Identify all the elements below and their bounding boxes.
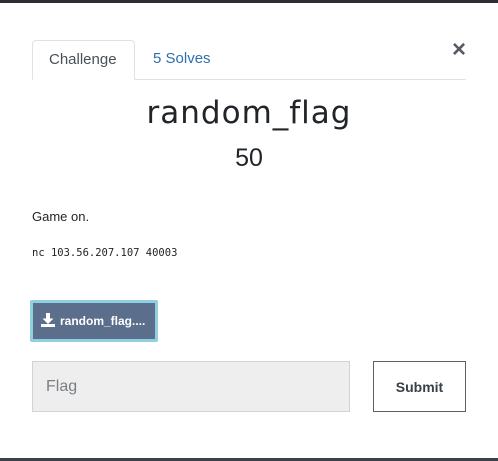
download-icon — [41, 313, 55, 327]
challenge-description: Game on. — [32, 209, 90, 224]
challenge-name: random_flag — [146, 95, 352, 131]
file-name-label: random_flag.... — [60, 314, 146, 328]
download-file-button[interactable]: random_flag.... — [30, 300, 158, 342]
challenge-value: 50 — [235, 144, 263, 172]
tab-solves[interactable]: 5 Solves — [137, 40, 227, 78]
flag-input[interactable] — [32, 361, 350, 412]
challenge-modal: × Challenge 5 Solves random_flag 50 Game… — [0, 3, 498, 458]
connection-command: nc 103.56.207.107 40003 — [32, 247, 178, 259]
submit-button[interactable]: Submit — [373, 361, 466, 412]
challenge-tabs: Challenge 5 Solves — [32, 40, 466, 80]
tab-challenge[interactable]: Challenge — [32, 40, 135, 80]
